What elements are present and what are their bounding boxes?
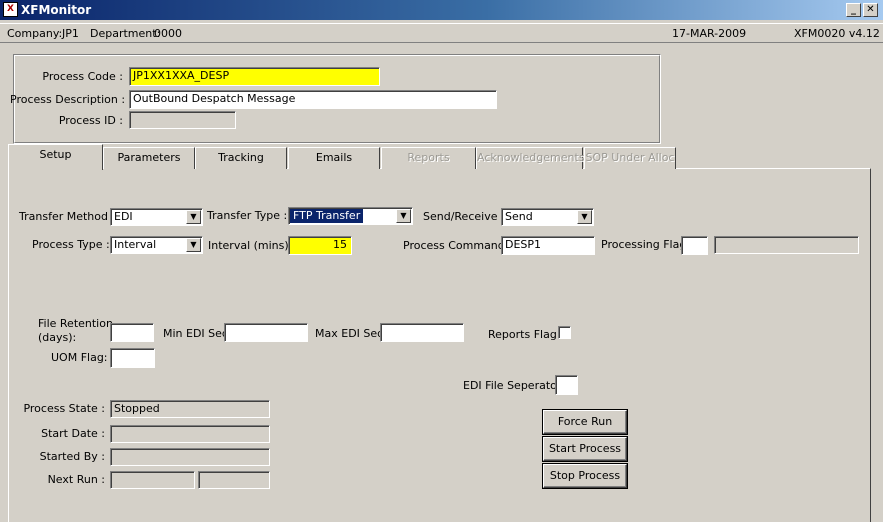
reports-flag-checkbox[interactable]	[558, 326, 571, 339]
tab-sop-under-alloc: SOP Under Alloc	[584, 147, 676, 169]
process-state-field: Stopped	[110, 400, 270, 418]
process-id-label: Process ID :	[58, 114, 123, 127]
transfer-method-value: EDI	[114, 210, 133, 223]
process-command-field[interactable]: DESP1	[501, 236, 595, 255]
chevron-down-icon[interactable]: ▼	[186, 210, 201, 224]
process-command-label: Process Command:	[403, 239, 509, 252]
start-date-label: Start Date :	[41, 427, 105, 440]
send-receive-value: Send	[505, 210, 533, 223]
company-label: Company:	[7, 27, 63, 40]
send-receive-select[interactable]: Send ▼	[501, 208, 594, 226]
info-bar: Company: JP1 Department: 0000 17-MAR-200…	[0, 23, 883, 43]
process-state-label: Process State :	[23, 402, 105, 415]
started-by-label: Started By :	[39, 450, 105, 463]
tab-tracking[interactable]: Tracking	[195, 147, 287, 169]
transfer-method-select[interactable]: EDI ▼	[110, 208, 203, 226]
min-edi-seq-label: Min EDI Seq:	[163, 327, 233, 340]
process-description-label: Process Description :	[10, 93, 126, 106]
file-retention-days-label: (days):	[38, 331, 77, 344]
processing-flag-description	[714, 236, 859, 254]
interval-field[interactable]: 15	[288, 236, 352, 255]
min-edi-seq-field[interactable]	[224, 323, 308, 342]
transfer-method-label: Transfer Method :	[19, 210, 116, 223]
edi-file-separator-label: EDI File Seperator:	[463, 379, 565, 392]
force-run-button[interactable]: Force Run	[542, 409, 628, 435]
processing-flag-field[interactable]	[681, 236, 708, 255]
process-type-select[interactable]: Interval ▼	[110, 236, 203, 254]
reports-flag-label: Reports Flag:	[488, 328, 561, 341]
transfer-type-select[interactable]: FTP Transfer ▼	[288, 207, 413, 225]
send-receive-label: Send/Receive :	[423, 210, 505, 223]
chevron-down-icon[interactable]: ▼	[396, 209, 411, 223]
title-bar: X XFMonitor _ ✕	[0, 0, 883, 20]
company-value: JP1	[62, 27, 79, 40]
uom-flag-label: UOM Flag:	[51, 351, 108, 364]
processing-flag-label: Processing Flag	[601, 238, 687, 251]
next-run-label: Next Run :	[47, 473, 105, 486]
uom-flag-field[interactable]	[110, 348, 155, 368]
start-date-field	[110, 425, 270, 443]
max-edi-seq-field[interactable]	[380, 323, 464, 342]
tab-emails[interactable]: Emails	[288, 147, 380, 169]
process-code-label: Process Code :	[42, 70, 123, 83]
transfer-type-value: FTP Transfer	[290, 209, 364, 223]
transfer-type-label: Transfer Type :	[207, 209, 288, 222]
current-date: 17-MAR-2009	[672, 27, 747, 40]
app-icon[interactable]: X	[3, 2, 18, 17]
max-edi-seq-label: Max EDI Seq:	[315, 327, 388, 340]
process-id-field	[129, 111, 236, 129]
process-type-label: Process Type :	[32, 238, 110, 251]
process-type-value: Interval	[114, 238, 157, 251]
start-process-button[interactable]: Start Process	[542, 436, 628, 462]
file-retention-label: File Retention	[38, 317, 113, 330]
edi-file-separator-field[interactable]	[555, 375, 578, 395]
department-label: Department:	[90, 27, 161, 40]
tab-parameters[interactable]: Parameters	[103, 147, 195, 169]
file-retention-field[interactable]	[110, 323, 154, 342]
next-run-date-field	[110, 471, 195, 489]
chevron-down-icon[interactable]: ▼	[577, 210, 592, 224]
tab-setup[interactable]: Setup	[8, 144, 103, 170]
process-description-field[interactable]: OutBound Despatch Message	[129, 90, 497, 109]
close-button[interactable]: ✕	[863, 3, 878, 17]
tab-reports: Reports	[381, 147, 476, 169]
interval-label: Interval (mins) :	[208, 239, 296, 252]
minimize-button[interactable]: _	[846, 3, 861, 17]
next-run-time-field	[198, 471, 270, 489]
stop-process-button[interactable]: Stop Process	[542, 463, 628, 489]
process-code-field[interactable]: JP1XX1XXA_DESP	[129, 67, 380, 86]
started-by-field	[110, 448, 270, 466]
window-title: XFMonitor	[21, 3, 92, 17]
chevron-down-icon[interactable]: ▼	[186, 238, 201, 252]
version-label: XFM0020 v4.12	[794, 27, 880, 40]
department-value: 0000	[154, 27, 182, 40]
tab-acknowledgements: Acknowledgements	[476, 147, 585, 169]
